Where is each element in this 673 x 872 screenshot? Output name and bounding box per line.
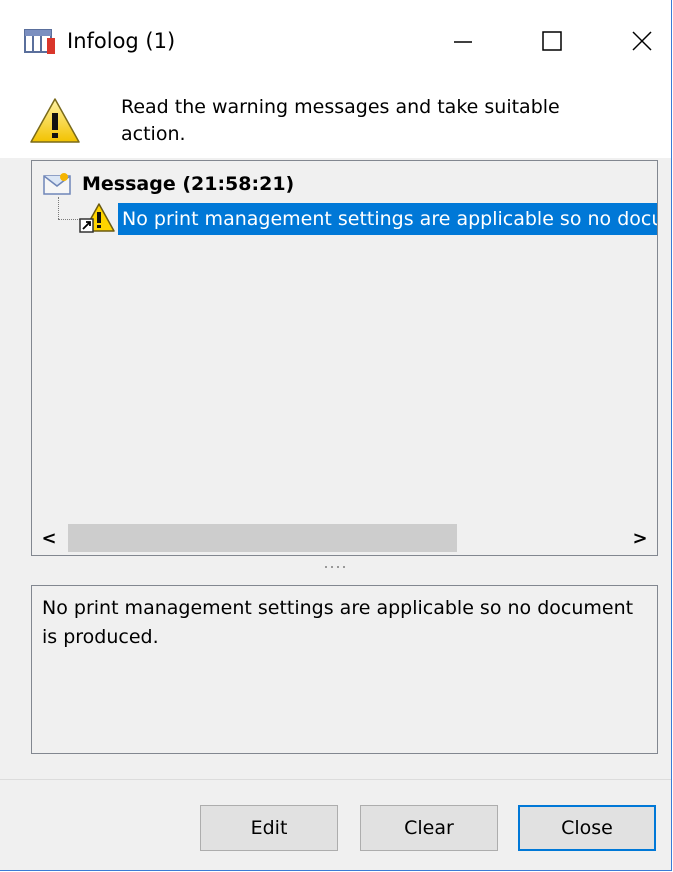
maximize-icon [542, 31, 562, 51]
message-tree[interactable]: Message (21:58:21) No print management s… [31, 160, 658, 556]
tree-node-label: Message (21:58:21) [82, 173, 295, 195]
edit-button[interactable]: Edit [200, 805, 338, 851]
instruction-text: Read the warning messages and take suita… [121, 96, 560, 145]
scrollbar-thumb[interactable] [68, 524, 457, 552]
tree-item-warning[interactable]: No print management settings are applica… [118, 203, 657, 235]
scroll-right-button[interactable]: > [623, 521, 657, 555]
chevron-left-icon: < [41, 527, 57, 549]
warning-icon [79, 203, 115, 233]
close-window-button[interactable] [618, 22, 666, 62]
close-icon [632, 31, 652, 51]
infolog-window: Infolog (1) Read the warning messages an… [0, 0, 672, 871]
tree-node-message[interactable]: Message (21:58:21) [42, 169, 294, 199]
window-title: Infolog (1) [67, 29, 176, 53]
scroll-left-button[interactable]: < [32, 521, 66, 555]
title-bar[interactable]: Infolog (1) [0, 0, 671, 86]
message-detail: No print management settings are applica… [31, 585, 658, 754]
warning-icon [30, 98, 80, 143]
tree-connector [58, 197, 59, 219]
footer-divider [0, 779, 671, 780]
panel-splitter-grip[interactable] [325, 566, 365, 574]
minimize-icon [454, 41, 472, 43]
chevron-right-icon: > [632, 527, 648, 549]
clear-button[interactable]: Clear [360, 805, 498, 851]
infolog-app-icon [24, 29, 55, 54]
close-button[interactable]: Close [518, 805, 656, 851]
maximize-button[interactable] [528, 22, 576, 62]
header-area: Read the warning messages and take suita… [0, 86, 671, 158]
minimize-button[interactable] [438, 22, 486, 62]
message-envelope-icon [43, 173, 71, 195]
horizontal-scrollbar[interactable]: < > [32, 521, 657, 555]
